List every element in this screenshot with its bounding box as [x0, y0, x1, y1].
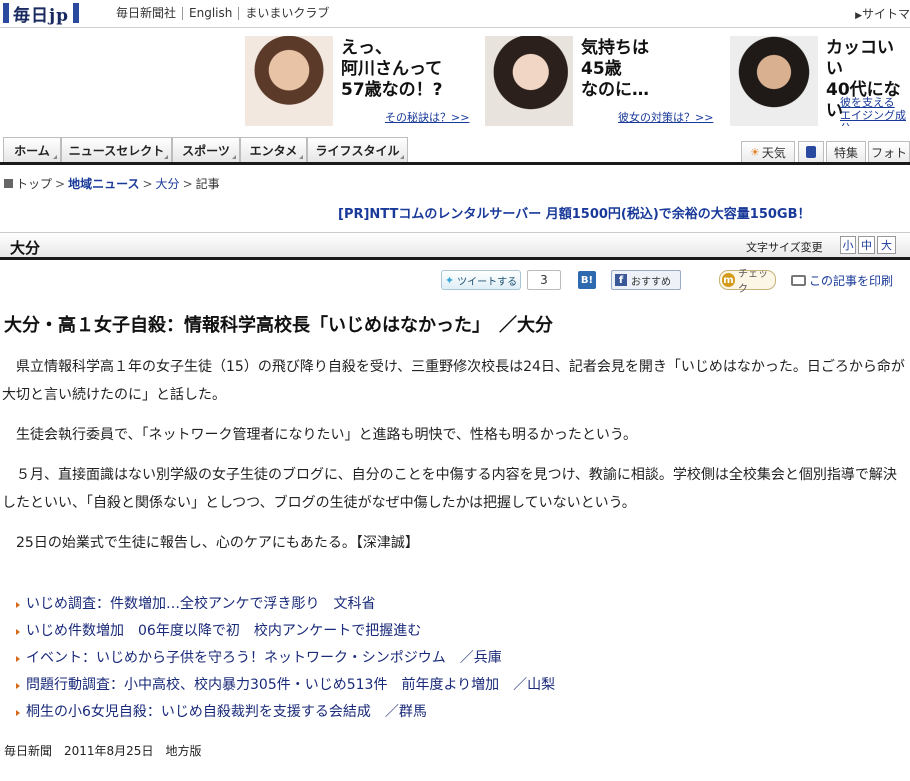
hatena-bookmark-button[interactable]: B!: [578, 271, 596, 289]
related-article-link[interactable]: イベント：いじめから子供を守ろう！ネットワーク・シンポジウム ／兵庫: [16, 645, 555, 672]
ad-photo-woman: [485, 36, 573, 126]
triangle-bullet-icon: [16, 628, 20, 635]
ad-link[interactable]: 彼を支える エイジング成分: [840, 96, 910, 126]
article-paragraph: 生徒会執行委員で、「ネットワーク管理者になりたい」と進路も明快で、性格も明るかっ…: [16, 427, 638, 443]
breadcrumb-home-icon: [4, 179, 13, 188]
printer-icon: [791, 274, 806, 286]
ad-headline: えっ、 阿川さんって 57歳なの！?: [341, 38, 443, 100]
triangle-bullet-icon: [16, 682, 20, 689]
font-size-medium-button[interactable]: 中: [858, 236, 875, 254]
article-headline: 大分・高１女子自殺：情報科学高校長「いじめはなかった」 ／大分: [4, 315, 553, 336]
top-links: 毎日新聞社 English まいまいクラブ: [116, 7, 335, 20]
twitter-bird-icon: ✦: [444, 273, 455, 287]
ad-headline: 気持ちは 45歳 なのに…: [581, 38, 649, 100]
tab-entame[interactable]: エンタメ: [240, 137, 307, 162]
logo-text: 毎日jp: [13, 5, 70, 26]
ad-banner-2[interactable]: 気持ちは 45歳 なのに… 彼女の対策は？>>: [485, 36, 725, 126]
breadcrumb-separator: >: [142, 176, 153, 191]
related-article-link[interactable]: 桐生の小6女児自殺：いじめ自殺裁判を支援する会結成 ／群馬: [16, 699, 555, 726]
mixi-icon: m: [722, 273, 735, 287]
triangle-bullet-icon: [16, 655, 20, 662]
tweet-button[interactable]: ✦ ツイートする: [441, 270, 521, 290]
tab-weather[interactable]: ☀ 天気: [741, 141, 795, 162]
related-article-link[interactable]: 問題行動調査：小中高校、校内暴力305件・いじめ513件 前年度より増加 ／山梨: [16, 672, 555, 699]
main-nav: ホーム ニュースセレクト スポーツ エンタメ ライフスタイル ☀ 天気 特集 フォ…: [0, 137, 910, 165]
article-paragraph: 県立情報科学高１年の女子生徒（15）の飛び降り自殺を受け、三重野修次校長は24日…: [2, 359, 905, 403]
triangle-right-icon: ▶: [855, 11, 862, 21]
article-source-date: 毎日新聞 2011年8月25日 地方版: [4, 744, 202, 758]
top-link-maimai-club[interactable]: まいまいクラブ: [238, 7, 335, 20]
ad-banner-1[interactable]: えっ、 阿川さんって 57歳なの！? その秘訣は？>>: [245, 36, 480, 126]
triangle-bullet-icon: [16, 601, 20, 608]
related-article-link[interactable]: いじめ件数増加 06年度以降で初 校内アンケートで把握進む: [16, 618, 555, 645]
tab-feature[interactable]: 特集: [826, 141, 866, 162]
print-article-link[interactable]: この記事を印刷: [791, 270, 893, 290]
article-paragraph: 25日の始業式で生徒に報告し、心のケアにもあたる。【深津誠】: [16, 535, 419, 551]
ad-banner-3[interactable]: カッコいい 40代にない 彼を支える エイジング成分: [730, 36, 910, 126]
top-link-mainichi[interactable]: 毎日新聞社: [116, 7, 182, 20]
section-title: 大分: [10, 239, 41, 257]
mainichi-jp-logo[interactable]: 毎日jp: [3, 3, 80, 26]
tab-photo[interactable]: フォト: [868, 141, 910, 162]
article-paragraph: ５月、直接面識はない別学級の女子生徒のブログに、自分のことを中傷する内容を見つけ…: [2, 467, 897, 511]
top-bar: 毎日jp 毎日新聞社 English まいまいクラブ ▶サイトマ: [0, 0, 910, 28]
related-article-link[interactable]: いじめ調査：件数増加…全校アンケで浮き彫り 文科省: [16, 591, 555, 618]
breadcrumb-article: 記事: [195, 177, 220, 191]
breadcrumb-top[interactable]: トップ: [16, 175, 52, 192]
breadcrumb-oita[interactable]: 大分: [156, 175, 180, 192]
tab-sports[interactable]: スポーツ: [172, 137, 240, 162]
breadcrumb-separator: >: [55, 176, 66, 191]
facebook-icon: f: [615, 274, 627, 286]
ad-photo-woman: [245, 36, 333, 126]
section-header: 大分 文字サイズ変更 小 中 大: [0, 232, 910, 260]
tab-train[interactable]: [798, 141, 824, 162]
ad-link[interactable]: 彼女の対策は？>>: [618, 109, 713, 125]
tab-news-select[interactable]: ニュースセレクト: [61, 137, 172, 162]
facebook-recommend-button[interactable]: f おすすめ: [611, 270, 681, 290]
sitemap-link[interactable]: ▶サイトマ: [855, 5, 910, 22]
ad-link[interactable]: その秘訣は？>>: [385, 109, 469, 125]
related-articles: いじめ調査：件数増加…全校アンケで浮き彫り 文科省 いじめ件数増加 06年度以降…: [16, 591, 555, 726]
font-size-small-button[interactable]: 小: [840, 236, 856, 254]
font-size-label: 文字サイズ変更: [746, 241, 823, 254]
tweet-count: 3: [527, 270, 561, 290]
top-link-english[interactable]: English: [182, 7, 238, 20]
breadcrumb-separator: >: [182, 176, 193, 191]
tab-home[interactable]: ホーム: [3, 137, 61, 162]
triangle-bullet-icon: [16, 709, 20, 716]
train-icon: [806, 146, 816, 158]
font-size-large-button[interactable]: 大: [877, 236, 896, 254]
pr-ad-link[interactable]: [PR]NTTコムのレンタルサーバー 月額1500円(税込)で余裕の大容量150…: [338, 203, 811, 222]
ad-photo-man: [730, 36, 818, 126]
weather-icon: ☀: [750, 145, 760, 159]
mixi-check-button[interactable]: m チェック: [719, 269, 776, 295]
breadcrumb-regional-news[interactable]: 地域ニュース: [68, 175, 139, 192]
logo-bar-right: [73, 3, 80, 23]
banner-ads: えっ、 阿川さんって 57歳なの！? その秘訣は？>> 気持ちは 45歳 なのに…: [245, 36, 910, 126]
breadcrumb: トップ > 地域ニュース > 大分 > 記事: [4, 175, 220, 192]
tab-lifestyle[interactable]: ライフスタイル: [307, 137, 408, 162]
article-body: 県立情報科学高１年の女子生徒（15）の飛び降り自殺を受け、三重野修次校長は24日…: [2, 353, 908, 569]
